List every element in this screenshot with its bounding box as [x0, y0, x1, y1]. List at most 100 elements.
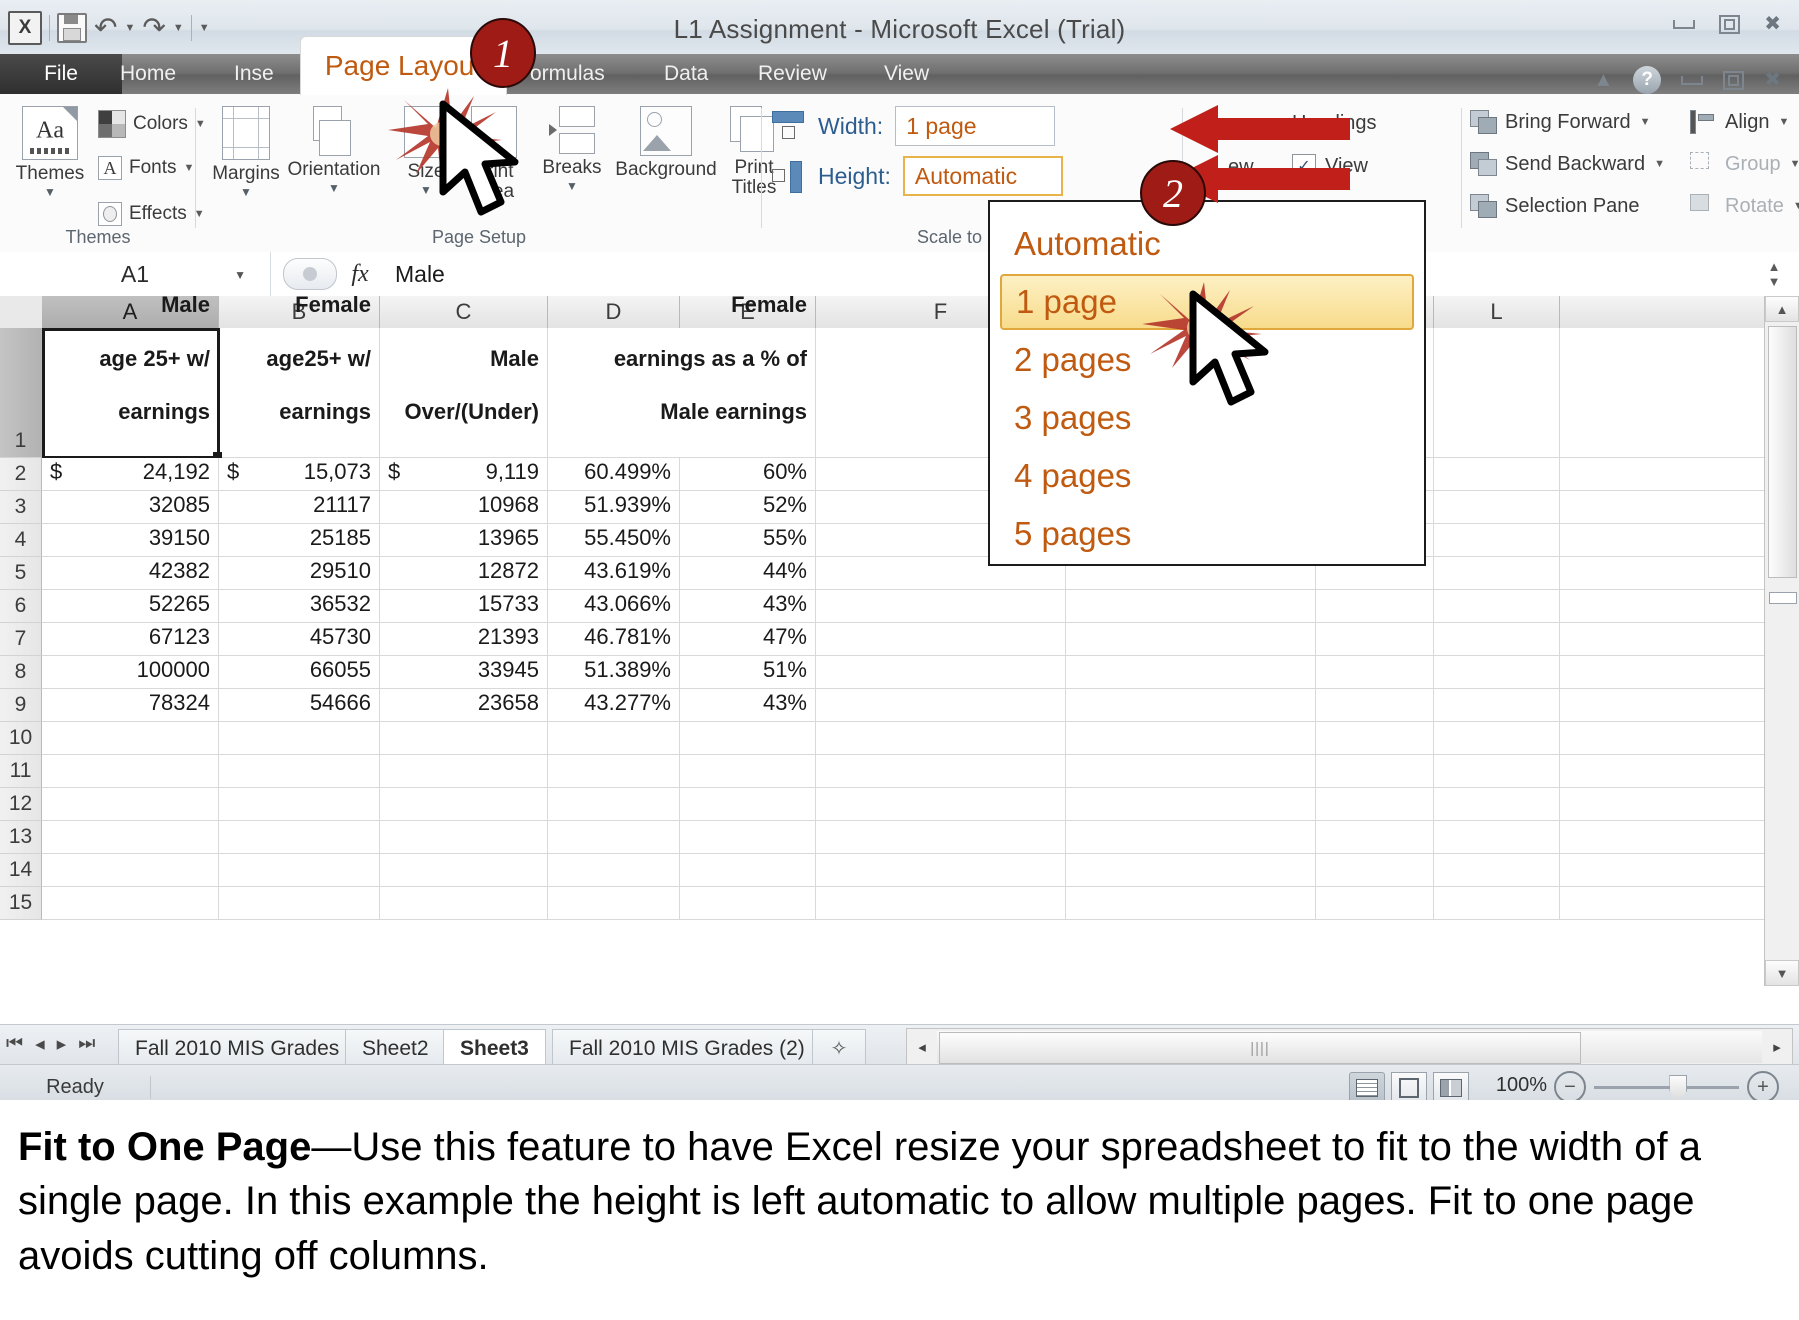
cell-e11[interactable] [680, 755, 816, 788]
restore-workbook-button[interactable] [1723, 70, 1745, 90]
cell-c4[interactable]: 13965 [380, 524, 548, 557]
cell-l10[interactable] [1434, 722, 1560, 755]
dropdown-item-4-pages[interactable]: 4 pages [1000, 448, 1414, 504]
chevron-down-icon[interactable]: ▼ [44, 185, 56, 199]
cell-l14[interactable] [1434, 854, 1560, 887]
cell-l3[interactable] [1434, 491, 1560, 524]
cell-b6[interactable]: 36532 [219, 590, 380, 623]
tab-review[interactable]: Review [744, 54, 841, 94]
cell-f15[interactable] [816, 887, 1066, 920]
cell-l2[interactable] [1434, 458, 1560, 491]
cell-c12[interactable] [380, 788, 548, 821]
row-header-12[interactable]: 12 [0, 788, 42, 821]
vertical-scrollbar[interactable]: ▲ ▼ [1764, 296, 1799, 986]
formula-bar-expand[interactable]: ▲ ▼ [1759, 252, 1789, 296]
cell-e5[interactable]: 44% [680, 557, 816, 590]
cell-b5[interactable]: 29510 [219, 557, 380, 590]
cell-c5[interactable]: 12872 [380, 557, 548, 590]
cell-d5[interactable]: 43.619% [548, 557, 680, 590]
page-layout-view-button[interactable] [1391, 1072, 1427, 1100]
cell-f9[interactable] [816, 689, 1066, 722]
cell-k13[interactable] [1316, 821, 1434, 854]
cell-e7[interactable]: 47% [680, 623, 816, 656]
cell-a7[interactable]: 67123 [42, 623, 219, 656]
colors-button[interactable]: Colors ▼ [98, 110, 206, 138]
chevron-down-icon[interactable]: ▼ [566, 179, 578, 193]
cell-d1-e1-merged[interactable]: Female earnings as a % of Male earnings [548, 296, 816, 458]
chevron-down-icon[interactable]: ▼ [1768, 275, 1781, 288]
insert-sheet-button[interactable]: ✧ [812, 1029, 866, 1067]
cell-b4[interactable]: 25185 [219, 524, 380, 557]
zoom-thumb[interactable] [1669, 1074, 1688, 1100]
cell-d12[interactable] [548, 788, 680, 821]
cell-b1[interactable]: Female age25+ w/ earnings [219, 296, 380, 458]
cell-b9[interactable]: 54666 [219, 689, 380, 722]
cell-b2[interactable]: $15,073 [219, 458, 380, 491]
cell-e14[interactable] [680, 854, 816, 887]
cell-b12[interactable] [219, 788, 380, 821]
cancel-enter-buttons[interactable] [283, 258, 338, 290]
cell-g8[interactable] [1066, 656, 1316, 689]
cell-k6[interactable] [1316, 590, 1434, 623]
cell-l13[interactable] [1434, 821, 1560, 854]
row-header-6[interactable]: 6 [0, 590, 42, 623]
cell-m1[interactable] [1560, 328, 1765, 458]
cell-e15[interactable] [680, 887, 816, 920]
cell-f7[interactable] [816, 623, 1066, 656]
row-header-8[interactable]: 8 [0, 656, 42, 689]
cell-c15[interactable] [380, 887, 548, 920]
cell-l6[interactable] [1434, 590, 1560, 623]
zoom-slider[interactable]: − + [1554, 1070, 1779, 1100]
cell-g9[interactable] [1066, 689, 1316, 722]
cell-e13[interactable] [680, 821, 816, 854]
cell-a11[interactable] [42, 755, 219, 788]
cell-k9[interactable] [1316, 689, 1434, 722]
cell-a4[interactable]: 39150 [42, 524, 219, 557]
cell-e10[interactable] [680, 722, 816, 755]
next-sheet-icon[interactable]: ▸ [57, 1033, 67, 1056]
cell-k14[interactable] [1316, 854, 1434, 887]
cell-c1[interactable]: Male Over/(Under) [380, 328, 548, 458]
row-header-2[interactable]: 2 [0, 458, 42, 491]
split-handle[interactable] [1769, 592, 1797, 604]
row-header-5[interactable]: 5 [0, 557, 42, 590]
cell-m8[interactable] [1560, 656, 1765, 689]
cell-a12[interactable] [42, 788, 219, 821]
cell-b8[interactable]: 66055 [219, 656, 380, 689]
cell-a1[interactable]: Male age 25+ w/ earnings [42, 296, 219, 458]
cell-m9[interactable] [1560, 689, 1765, 722]
last-sheet-icon[interactable]: ⏭ [78, 1033, 95, 1056]
cell-g6[interactable] [1066, 590, 1316, 623]
cell-l11[interactable] [1434, 755, 1560, 788]
cell-a8[interactable]: 100000 [42, 656, 219, 689]
cell-l8[interactable] [1434, 656, 1560, 689]
cell-f14[interactable] [816, 854, 1066, 887]
chevron-down-icon[interactable]: ▼ [240, 185, 252, 199]
cell-e2[interactable]: 60% [680, 458, 816, 491]
cell-f11[interactable] [816, 755, 1066, 788]
width-combobox[interactable]: 1 page [895, 106, 1056, 146]
cell-m14[interactable] [1560, 854, 1765, 887]
cell-c6[interactable]: 15733 [380, 590, 548, 623]
cell-d11[interactable] [548, 755, 680, 788]
cell-m13[interactable] [1560, 821, 1765, 854]
cell-f6[interactable] [816, 590, 1066, 623]
column-header-m[interactable] [1560, 296, 1765, 328]
zoom-track[interactable] [1594, 1074, 1739, 1100]
cell-e6[interactable]: 43% [680, 590, 816, 623]
cell-l15[interactable] [1434, 887, 1560, 920]
row-header-11[interactable]: 11 [0, 755, 42, 788]
collapse-ribbon-icon[interactable]: ▲ [1593, 69, 1613, 92]
chevron-down-icon[interactable]: ▼ [1654, 158, 1665, 170]
insert-function-icon[interactable]: fx [351, 261, 368, 288]
row-header-3[interactable]: 3 [0, 491, 42, 524]
zoom-out-button[interactable]: − [1554, 1071, 1586, 1100]
row-header-10[interactable]: 10 [0, 722, 42, 755]
cell-b10[interactable] [219, 722, 380, 755]
cell-m4[interactable] [1560, 524, 1765, 557]
minimize-workbook-button[interactable] [1681, 75, 1704, 85]
send-backward-button[interactable]: Send Backward ▼ [1470, 152, 1665, 176]
cell-k10[interactable] [1316, 722, 1434, 755]
cell-d13[interactable] [548, 821, 680, 854]
cell-c7[interactable]: 21393 [380, 623, 548, 656]
